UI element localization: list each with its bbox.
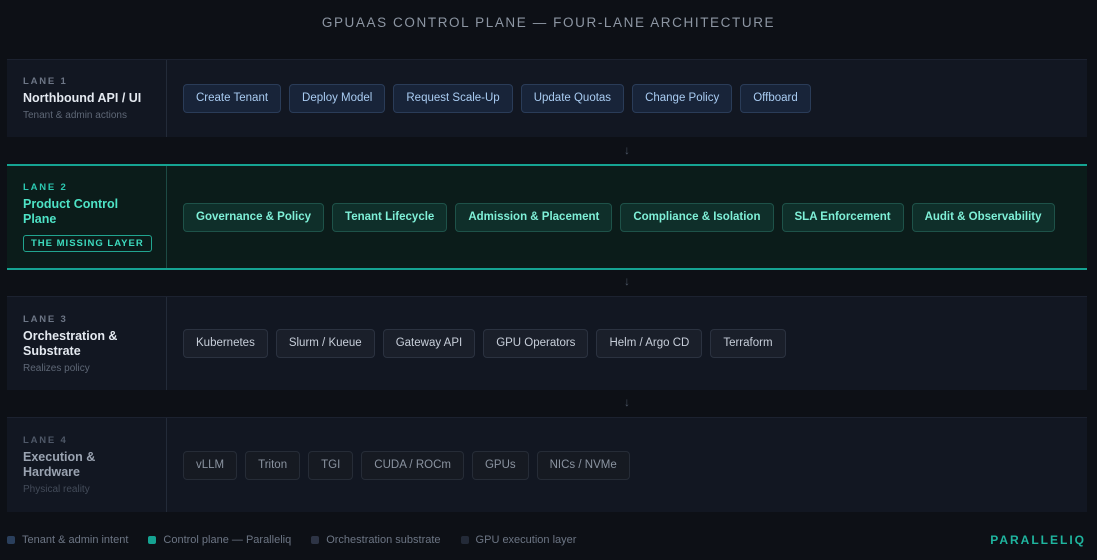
diagram-title: GPUAAS CONTROL PLANE — FOUR-LANE ARCHITE… [321, 15, 776, 30]
lane-3-header: LANE 3 Orchestration & Substrate Realize… [7, 297, 167, 390]
lane-2-name: Product Control Plane [23, 197, 119, 226]
lane-1: LANE 1 Northbound API / UI Tenant & admi… [7, 59, 1087, 137]
legend-label: Orchestration substrate [326, 534, 441, 546]
chip-gateway-api[interactable]: Gateway API [382, 329, 476, 358]
lane-2-header: LANE 2 Product Control Plane THE MISSING… [7, 166, 167, 268]
lane-4-items: vLLM Triton TGI CUDA / ROCm GPUs NICs / … [167, 418, 630, 512]
lane-1-items: Create Tenant Deploy Model Request Scale… [167, 60, 811, 137]
chip-triton[interactable]: Triton [245, 450, 301, 480]
lane-4: LANE 4 Execution & Hardware Physical rea… [7, 417, 1087, 512]
lane-3: LANE 3 Orchestration & Substrate Realize… [7, 296, 1087, 390]
chip-change-policy[interactable]: Change Policy [632, 84, 733, 113]
lane-3-number: LANE 3 [23, 313, 68, 325]
lane-2-number: LANE 2 [23, 182, 68, 193]
lane-1-subtitle: Tenant & admin actions [23, 110, 127, 121]
legend-swatch-icon [7, 536, 15, 544]
legend-swatch-icon [460, 536, 469, 544]
lane-4-number: LANE 4 [23, 435, 68, 446]
legend-item-tenant-intent: Tenant & admin intent [7, 534, 128, 546]
chip-tenant-lifecycle[interactable]: Tenant Lifecycle [332, 202, 448, 232]
lane-4-name: Execution & Hardware [23, 450, 96, 479]
missing-layer-badge: THE MISSING LAYER [23, 235, 152, 252]
legend-item-control-plane: Control plane — Paralleliq [148, 534, 291, 546]
chip-compliance-isolation[interactable]: Compliance & Isolation [620, 202, 774, 232]
lane-4-header: LANE 4 Execution & Hardware Physical rea… [7, 418, 167, 512]
lane-2-items: Governance & Policy Tenant Lifecycle Adm… [167, 166, 1055, 268]
lane-3-items: Kubernetes Slurm / Kueue Gateway API GPU… [167, 297, 786, 390]
arrow-down-icon: ↓ [624, 395, 630, 409]
chip-offboard[interactable]: Offboard [740, 84, 811, 113]
chip-request-scale-up[interactable]: Request Scale-Up [393, 84, 513, 113]
chip-create-tenant[interactable]: Create Tenant [183, 84, 282, 113]
legend: Tenant & admin intent Control plane — Pa… [7, 534, 576, 546]
chip-audit-observability[interactable]: Audit & Observability [911, 202, 1055, 232]
chip-kubernetes[interactable]: Kubernetes [183, 329, 268, 358]
legend-item-gpu-execution: GPU execution layer [460, 534, 577, 546]
legend-label: Control plane — Paralleliq [163, 534, 292, 546]
arrow-down-icon: ↓ [624, 274, 630, 288]
lane-1-name: Northbound API / UI [23, 91, 142, 105]
chip-deploy-model[interactable]: Deploy Model [289, 84, 386, 113]
chip-terraform[interactable]: Terraform [710, 329, 786, 358]
chip-nics-nvme[interactable]: NICs / NVMe [536, 450, 630, 480]
chip-vllm[interactable]: vLLM [183, 450, 238, 480]
chip-helm-argo-cd[interactable]: Helm / Argo CD [596, 329, 703, 358]
chip-governance-policy[interactable]: Governance & Policy [183, 202, 325, 232]
legend-swatch-icon [148, 536, 157, 544]
arrow-down-icon: ↓ [624, 143, 630, 157]
chip-sla-enforcement[interactable]: SLA Enforcement [781, 202, 904, 232]
chip-slurm-kueue[interactable]: Slurm / Kueue [275, 329, 375, 358]
lane-2: LANE 2 Product Control Plane THE MISSING… [7, 164, 1087, 270]
chip-admission-placement[interactable]: Admission & Placement [455, 202, 613, 232]
brand-logo: PARALLELIQ [990, 533, 1086, 547]
lane-1-header: LANE 1 Northbound API / UI Tenant & admi… [7, 60, 167, 137]
chip-update-quotas[interactable]: Update Quotas [520, 84, 625, 113]
lane-1-number: LANE 1 [23, 76, 68, 87]
legend-item-orchestration: Orchestration substrate [311, 534, 441, 546]
legend-label: GPU execution layer [475, 534, 577, 546]
lane-3-subtitle: Realizes policy [23, 362, 90, 374]
lane-3-name: Orchestration & Substrate [23, 328, 118, 358]
legend-label: Tenant & admin intent [22, 534, 129, 546]
legend-swatch-icon [311, 536, 320, 544]
chip-gpu-operators[interactable]: GPU Operators [483, 329, 589, 358]
chip-gpus[interactable]: GPUs [471, 450, 529, 480]
chip-cuda-rocm[interactable]: CUDA / ROCm [361, 450, 464, 480]
chip-tgi[interactable]: TGI [308, 450, 354, 480]
lane-4-subtitle: Physical reality [23, 484, 90, 495]
